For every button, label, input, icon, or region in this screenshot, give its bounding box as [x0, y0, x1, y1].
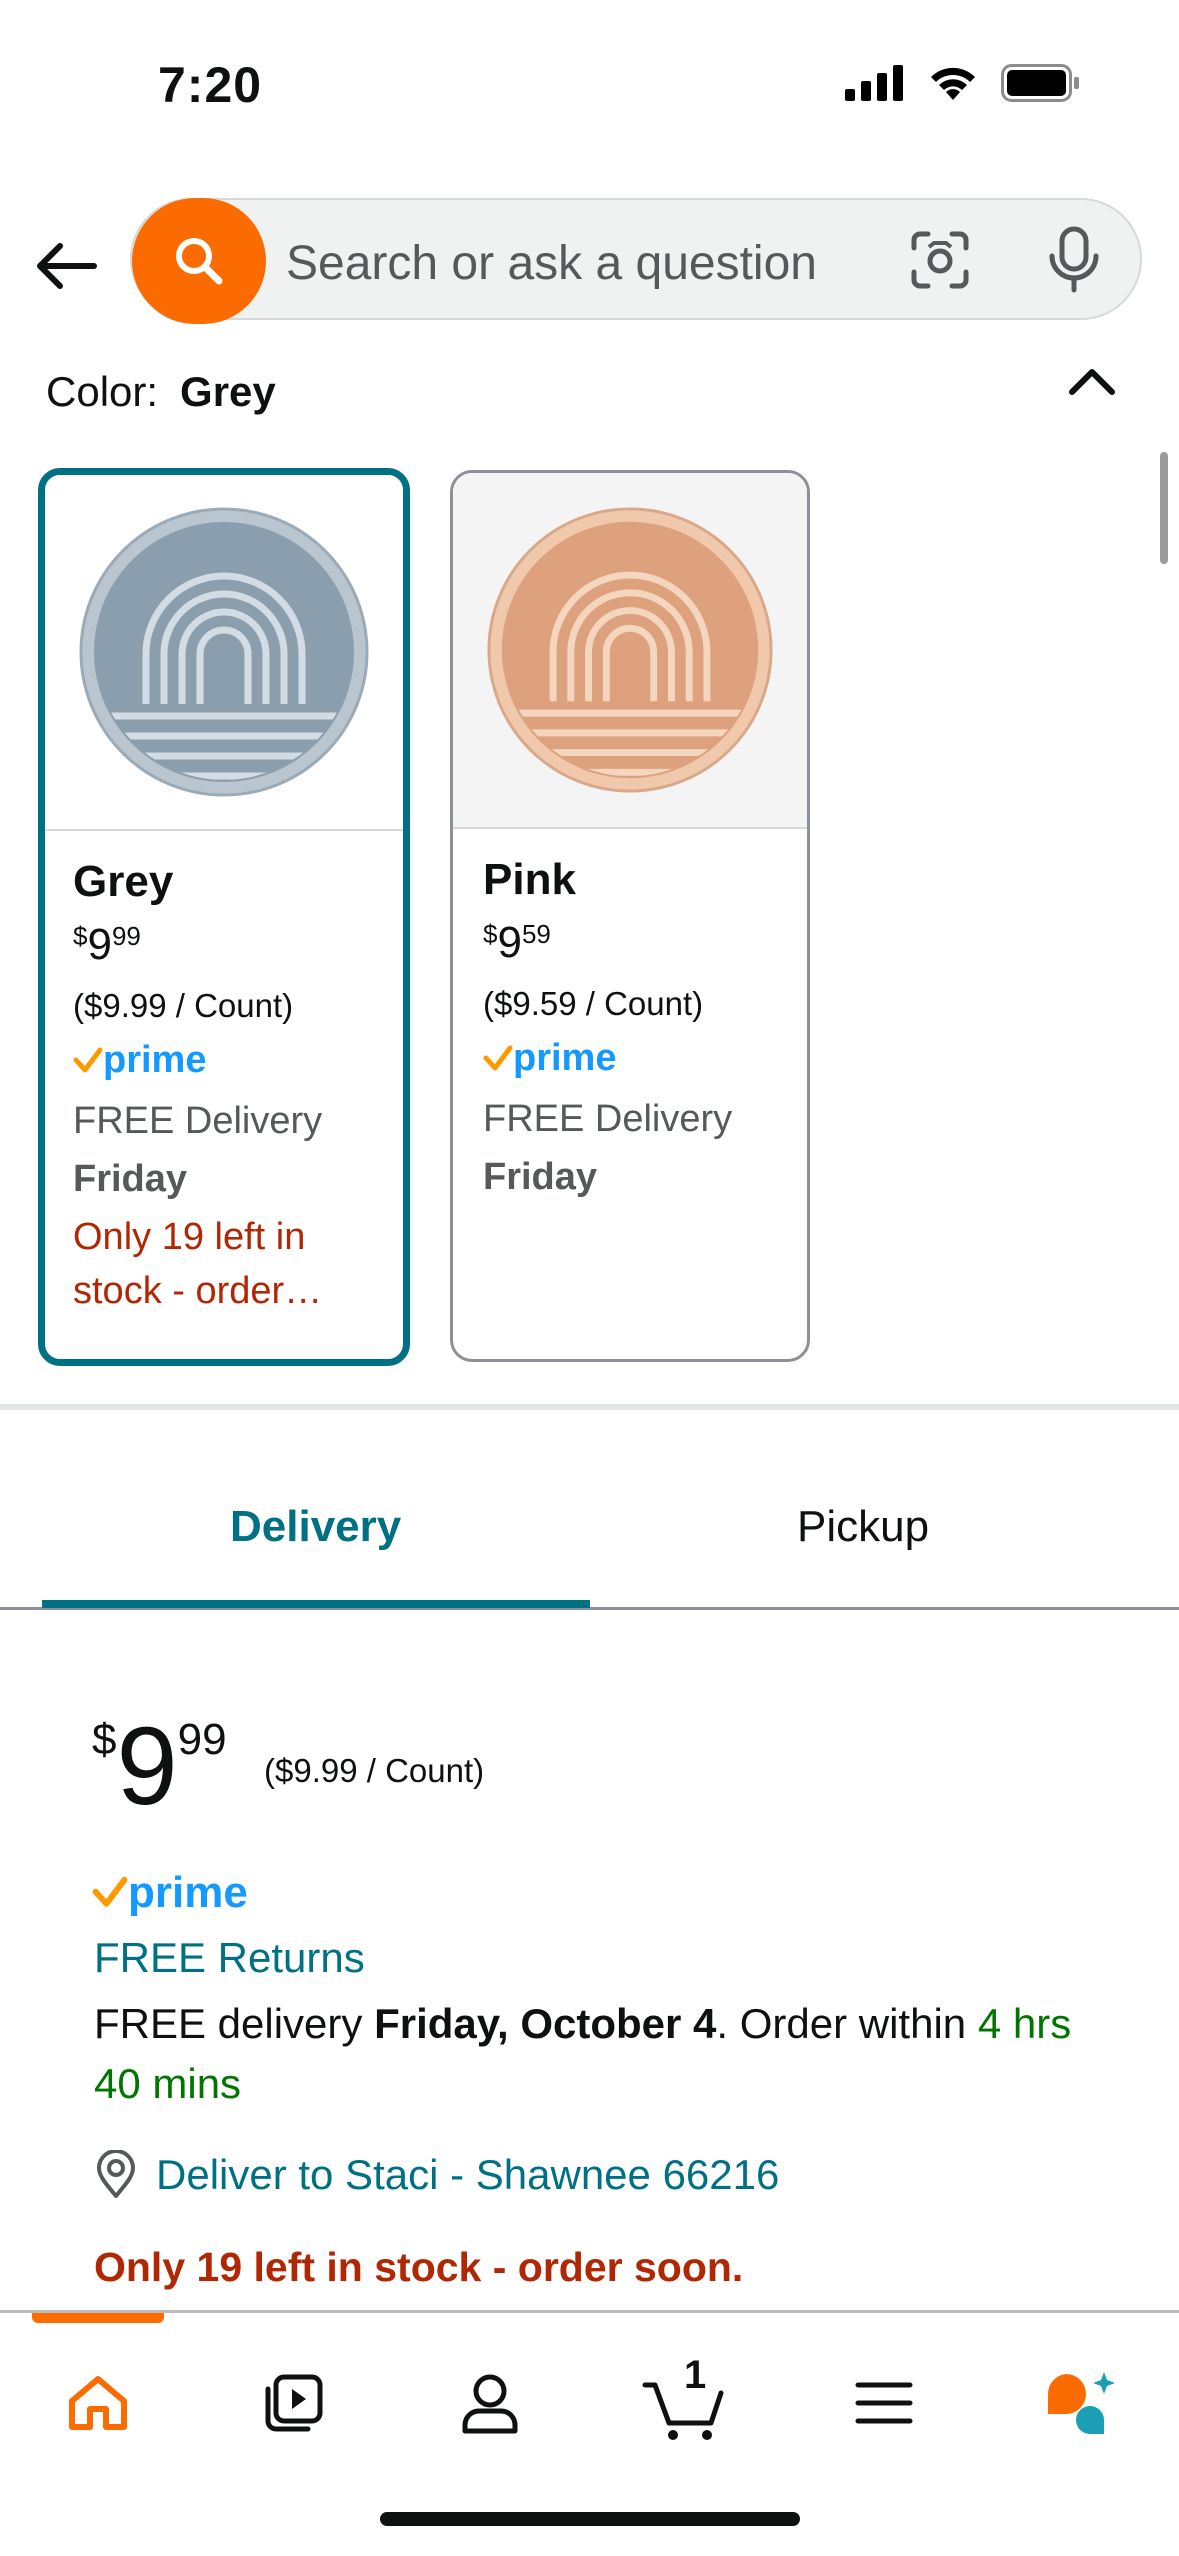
microphone-icon — [1049, 226, 1099, 293]
camera-icon — [911, 231, 969, 289]
wifi-icon — [931, 67, 975, 100]
prime-text: prime — [103, 1039, 207, 1081]
search-button[interactable] — [132, 198, 266, 324]
pink-mat-image — [487, 507, 773, 793]
tab-pickup[interactable]: Pickup — [797, 1502, 929, 1552]
prime-badge: prime — [92, 1868, 248, 1918]
main-unit-price: ($9.99 / Count) — [264, 1752, 485, 1789]
prime-badge: prime — [73, 1039, 403, 1082]
price-whole: 9 — [497, 918, 522, 967]
main-price: $999 — [92, 1712, 227, 1822]
prime-badge: prime — [483, 1037, 807, 1080]
search-input[interactable]: Search or ask a question — [286, 236, 817, 291]
account-icon — [462, 2374, 518, 2434]
color-label-text: Color: — [46, 368, 159, 415]
delivery-mid: . Order within — [716, 2000, 978, 2047]
swatch-price: $999 — [73, 921, 403, 969]
search-header: Search or ask a question — [0, 190, 1179, 340]
free-returns-link[interactable]: FREE Returns — [94, 1934, 365, 1982]
price-whole: 9 — [116, 1705, 178, 1828]
delivery-prefix: FREE delivery — [94, 2000, 375, 2047]
prime-check-icon — [483, 1045, 513, 1070]
price-whole: 9 — [87, 920, 112, 969]
swatch-delivery: FREE Delivery — [483, 1098, 733, 1140]
deliver-to-link[interactable]: Deliver to Staci - Shawnee 66216 — [94, 2150, 779, 2200]
price-fraction: 99 — [177, 1715, 227, 1764]
swatch-details: Grey $999 ($9.99 / Count) prime FREE Del… — [45, 831, 403, 1318]
camera-search-button[interactable] — [910, 230, 970, 295]
swatch-name: Pink — [483, 855, 576, 904]
swatch-stock-warning: Only 19 left in stock - order… — [73, 1216, 323, 1312]
price-currency: $ — [92, 1715, 117, 1764]
voice-search-button[interactable] — [1046, 226, 1102, 299]
home-indicator[interactable] — [380, 2512, 800, 2526]
color-selected-value: Grey — [180, 368, 276, 415]
battery-icon — [1001, 64, 1079, 102]
delivery-date: Friday, October 4 — [374, 2000, 717, 2047]
price-currency: $ — [483, 919, 498, 949]
nav-cart[interactable]: 1 — [636, 2353, 736, 2453]
status-bar: 7:20 — [0, 0, 1179, 170]
grey-mat-image — [79, 507, 369, 797]
section-divider — [0, 1404, 1179, 1410]
video-icon — [265, 2374, 323, 2432]
color-option-grey[interactable]: Grey $999 ($9.99 / Count) prime FREE Del… — [38, 468, 410, 1366]
swatch-image — [45, 475, 403, 831]
cart-count: 1 — [684, 2353, 707, 2397]
swatch-delivery-day: Friday — [73, 1158, 188, 1200]
stock-warning: Only 19 left in stock - order soon. — [94, 2244, 744, 2290]
price-fraction: 99 — [111, 921, 141, 951]
menu-icon — [855, 2382, 913, 2424]
back-arrow-icon — [37, 243, 97, 289]
status-icons — [845, 64, 1081, 102]
location-pin-icon — [97, 2150, 135, 2198]
cellular-signal-icon — [845, 65, 903, 101]
nav-home[interactable] — [48, 2353, 148, 2453]
deliver-to-text[interactable]: Deliver to Staci - Shawnee 66216 — [156, 2151, 779, 2199]
chevron-up-icon — [1069, 369, 1115, 395]
scrollbar[interactable] — [1160, 452, 1168, 564]
price-fraction: 59 — [521, 919, 551, 949]
tab-delivery[interactable]: Delivery — [230, 1502, 401, 1552]
home-icon — [69, 2376, 127, 2430]
nav-active-indicator — [32, 2313, 164, 2323]
color-label: Color: Grey — [46, 368, 276, 416]
swatch-name: Grey — [73, 857, 174, 906]
search-icon — [176, 238, 223, 285]
swatch-details: Pink $959 ($9.59 / Count) prime FREE Del… — [453, 829, 807, 1206]
swatch-image — [453, 473, 807, 829]
prime-text: prime — [128, 1868, 248, 1917]
swatch-delivery-day: Friday — [483, 1156, 598, 1198]
search-bar[interactable]: Search or ask a question — [130, 198, 1142, 324]
price-currency: $ — [73, 921, 88, 951]
back-button[interactable] — [30, 230, 102, 302]
swatch-unit-price: ($9.99 / Count) — [73, 987, 294, 1024]
color-option-pink[interactable]: Pink $959 ($9.59 / Count) prime FREE Del… — [450, 470, 810, 1362]
nav-video[interactable] — [244, 2353, 344, 2453]
prime-check-icon — [73, 1047, 103, 1072]
collapse-button[interactable] — [1066, 362, 1118, 407]
tab-active-indicator — [42, 1600, 590, 1608]
status-time: 7:20 — [158, 57, 263, 113]
prime-text: prime — [513, 1037, 617, 1079]
swatch-price: $959 — [483, 919, 807, 967]
delivery-message: FREE delivery Friday, October 4. Order w… — [94, 1994, 1094, 2114]
rufus-icon — [1047, 2372, 1115, 2434]
swatch-delivery: FREE Delivery — [73, 1100, 323, 1142]
nav-menu[interactable] — [834, 2353, 934, 2453]
swatch-unit-price: ($9.59 / Count) — [483, 985, 704, 1022]
prime-check-icon — [92, 1876, 128, 1907]
nav-rufus[interactable] — [1030, 2353, 1130, 2453]
nav-account[interactable] — [440, 2353, 540, 2453]
